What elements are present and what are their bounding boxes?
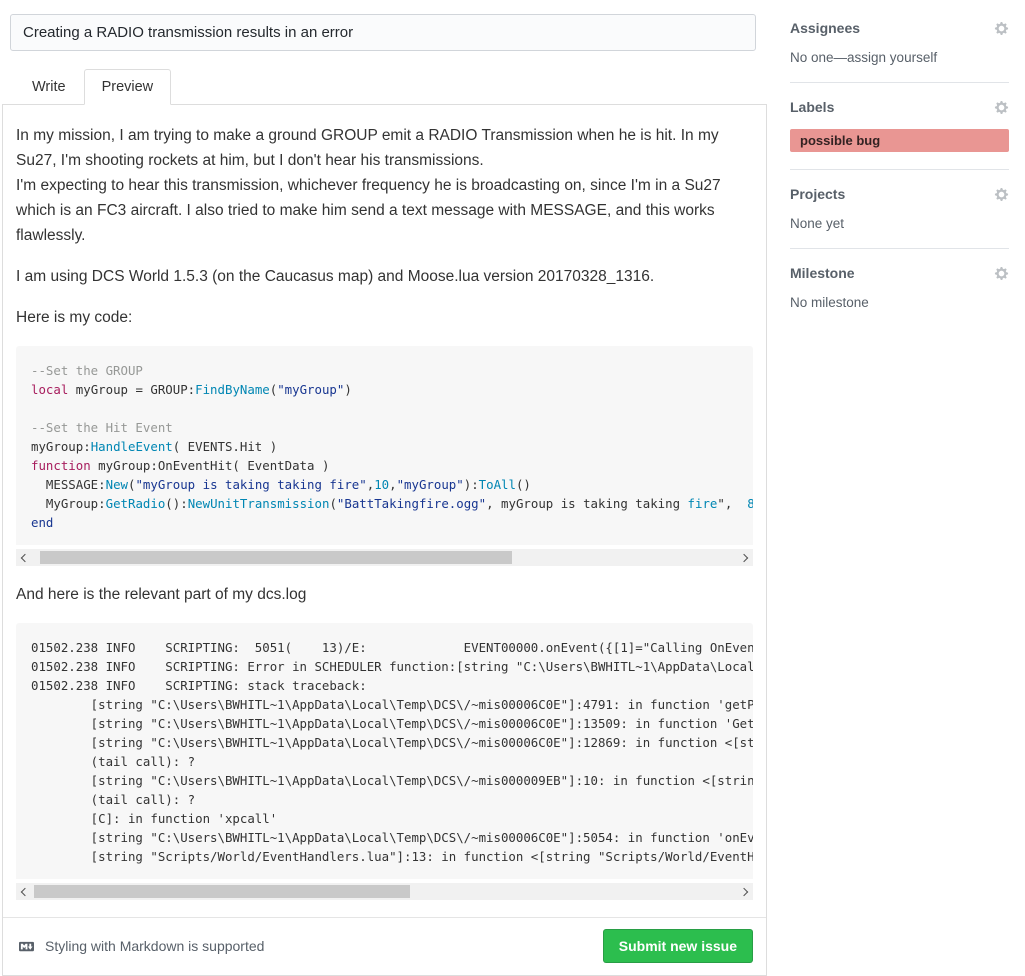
log-line: (tail call): ? xyxy=(31,790,738,809)
preview-markdown-body: In my mission, I am trying to make a gro… xyxy=(3,105,766,900)
code-line: --Set the Hit Event xyxy=(31,418,738,437)
log-line: [string "C:\Users\BWHITL~1\AppData\Local… xyxy=(31,733,738,752)
log-content: 01502.238 INFO SCRIPTING: 5051( 13)/E: E… xyxy=(31,638,738,866)
milestone-value: No milestone xyxy=(790,295,1009,310)
sidebar-section-projects: Projects None yet xyxy=(790,186,1009,249)
dcs-log-block: 01502.238 INFO SCRIPTING: 5051( 13)/E: E… xyxy=(16,623,753,879)
tab-write[interactable]: Write xyxy=(14,69,84,105)
sidebar-section-milestone: Milestone No milestone xyxy=(790,265,1009,327)
paragraph-versions: I am using DCS World 1.5.3 (on the Cauca… xyxy=(16,264,753,289)
lua-code-block: --Set the GROUPlocal myGroup = GROUP:Fin… xyxy=(16,346,753,545)
assignees-title: Assignees xyxy=(790,20,860,36)
gear-icon[interactable] xyxy=(994,266,1009,281)
sidebar-section-assignees: Assignees No one—assign yourself xyxy=(790,20,1009,83)
log-line: [string "C:\Users\BWHITL~1\AppData\Local… xyxy=(31,714,738,733)
tab-preview[interactable]: Preview xyxy=(84,69,172,105)
label-possible-bug[interactable]: possible bug xyxy=(790,129,1009,152)
gear-icon[interactable] xyxy=(994,21,1009,36)
milestone-title: Milestone xyxy=(790,265,855,281)
scrollbar-thumb[interactable] xyxy=(40,551,512,564)
issue-sidebar: Assignees No one—assign yourself Labels … xyxy=(790,20,1009,343)
paragraph-log-intro: And here is the relevant part of my dcs.… xyxy=(16,582,753,607)
log-horizontal-scrollbar[interactable] xyxy=(16,883,753,900)
log-line: [string "C:\Users\BWHITL~1\AppData\Local… xyxy=(31,695,738,714)
gear-icon[interactable] xyxy=(994,100,1009,115)
code-line xyxy=(31,399,738,418)
markdown-support-note: Styling with Markdown is supported xyxy=(16,938,264,954)
chevron-left-icon[interactable] xyxy=(16,549,32,566)
paragraph-intro: In my mission, I am trying to make a gro… xyxy=(16,123,753,248)
code-line: end xyxy=(31,513,738,532)
paragraph-code-intro: Here is my code: xyxy=(16,305,753,330)
log-line: [string "C:\Users\BWHITL~1\AppData\Local… xyxy=(31,771,738,790)
preview-panel: In my mission, I am trying to make a gro… xyxy=(2,105,767,976)
code-line: function myGroup:OnEventHit( EventData ) xyxy=(31,456,738,475)
log-line: [C]: in function 'xpcall' xyxy=(31,809,738,828)
assignees-value[interactable]: No one—assign yourself xyxy=(790,50,1009,65)
code-horizontal-scrollbar[interactable] xyxy=(16,549,753,566)
chevron-right-icon[interactable] xyxy=(737,883,753,900)
log-line: (tail call): ? xyxy=(31,752,738,771)
code-line: myGroup:HandleEvent( EVENTS.Hit ) xyxy=(31,437,738,456)
chevron-left-icon[interactable] xyxy=(16,883,32,900)
code-line: MyGroup:GetRadio():NewUnitTransmission("… xyxy=(31,494,738,513)
log-line: 01502.238 INFO SCRIPTING: stack tracebac… xyxy=(31,676,738,695)
sidebar-section-labels: Labels possible bug xyxy=(790,99,1009,170)
markdown-icon xyxy=(16,939,37,954)
code-line: MESSAGE:New("myGroup is taking taking fi… xyxy=(31,475,738,494)
form-footer: Styling with Markdown is supported Submi… xyxy=(3,917,766,975)
code-line: local myGroup = GROUP:FindByName("myGrou… xyxy=(31,380,738,399)
issue-title-input[interactable] xyxy=(10,14,756,51)
projects-title: Projects xyxy=(790,186,845,202)
code-line: --Set the GROUP xyxy=(31,361,738,380)
projects-value: None yet xyxy=(790,216,1009,231)
labels-title: Labels xyxy=(790,99,834,115)
chevron-right-icon[interactable] xyxy=(737,549,753,566)
write-preview-tabnav: WritePreview xyxy=(2,68,767,105)
log-line: 01502.238 INFO SCRIPTING: Error in SCHED… xyxy=(31,657,738,676)
log-line: 01502.238 INFO SCRIPTING: 5051( 13)/E: E… xyxy=(31,638,738,657)
code-content: --Set the GROUPlocal myGroup = GROUP:Fin… xyxy=(31,361,738,532)
log-line: [string "C:\Users\BWHITL~1\AppData\Local… xyxy=(31,828,738,847)
scrollbar-thumb[interactable] xyxy=(34,885,410,898)
submit-new-issue-button[interactable]: Submit new issue xyxy=(603,929,753,963)
gear-icon[interactable] xyxy=(994,187,1009,202)
issue-form: WritePreview In my mission, I am trying … xyxy=(2,0,767,976)
log-line: [string "Scripts/World/EventHandlers.lua… xyxy=(31,847,738,866)
